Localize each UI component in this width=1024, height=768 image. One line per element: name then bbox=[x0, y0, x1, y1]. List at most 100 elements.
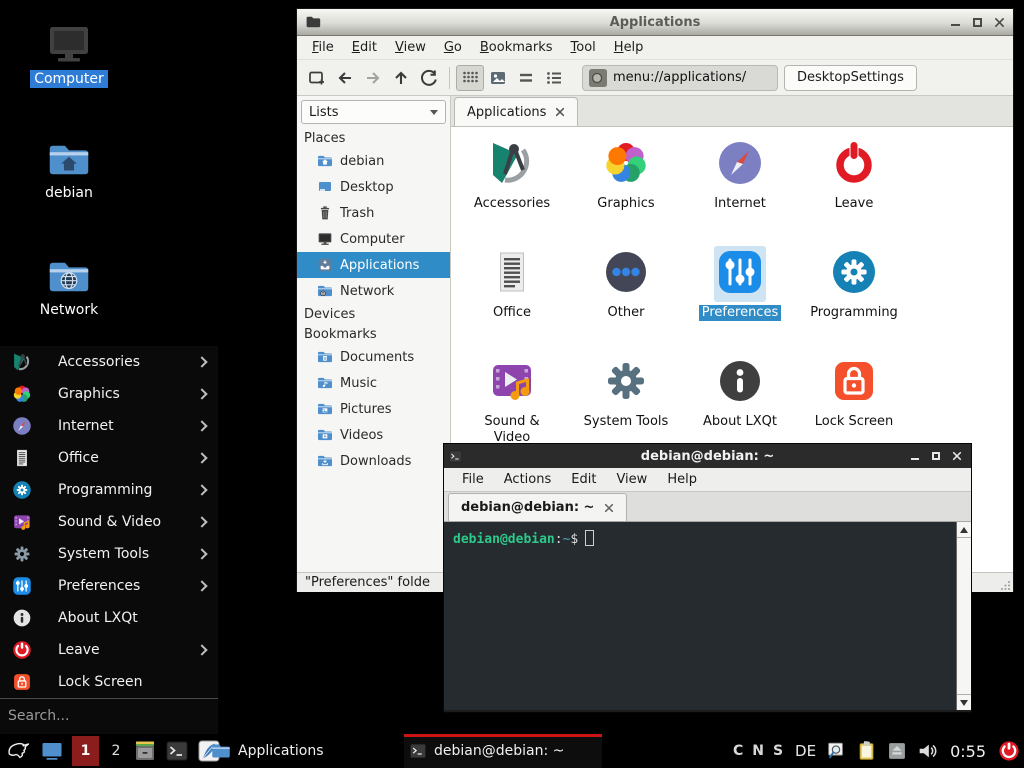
menu-actions[interactable]: Actions bbox=[494, 470, 562, 489]
menu-tool[interactable]: Tool bbox=[562, 38, 605, 57]
desktop-icon-network[interactable]: Network bbox=[23, 255, 115, 319]
file-manager-titlebar[interactable]: Applications bbox=[297, 9, 1013, 36]
category-internet[interactable]: Internet bbox=[683, 137, 797, 246]
keyboard-layout-indicator[interactable]: DE bbox=[795, 742, 816, 760]
sidebar-item-documents[interactable]: Documents bbox=[297, 344, 450, 370]
minimize-button[interactable] bbox=[949, 16, 961, 28]
reload-button[interactable] bbox=[415, 65, 443, 91]
sidebar-item-videos[interactable]: Videos bbox=[297, 422, 450, 448]
lock-icon bbox=[12, 672, 32, 692]
new-tab-button[interactable] bbox=[303, 65, 331, 91]
tab-close-icon[interactable] bbox=[555, 107, 565, 117]
quicklaunch-terminal[interactable] bbox=[165, 739, 189, 763]
sidebar-item-applications[interactable]: Applications bbox=[297, 252, 450, 278]
menu-item-sound-video[interactable]: Sound & Video bbox=[0, 506, 218, 538]
quicklaunch-file-manager[interactable] bbox=[133, 739, 157, 763]
sidebar-mode-selector[interactable]: Lists bbox=[301, 100, 446, 124]
icon-view-button[interactable] bbox=[456, 65, 484, 91]
removable-media-tray-icon[interactable] bbox=[887, 741, 907, 761]
back-button[interactable] bbox=[331, 65, 359, 91]
category-graphics[interactable]: Graphics bbox=[569, 137, 683, 246]
menu-bookmarks[interactable]: Bookmarks bbox=[471, 38, 562, 57]
category-programming[interactable]: Programming bbox=[797, 246, 911, 355]
menu-item-system-tools[interactable]: System Tools bbox=[0, 538, 218, 570]
clock[interactable]: 0:55 bbox=[950, 742, 986, 761]
scroll-down-button[interactable] bbox=[957, 694, 971, 710]
desktop-icon-debian[interactable]: debian bbox=[23, 138, 115, 202]
menu-file[interactable]: File bbox=[303, 38, 343, 57]
category-other[interactable]: Other bbox=[569, 246, 683, 355]
menu-view[interactable]: View bbox=[386, 38, 435, 57]
menu-item-lock-screen[interactable]: Lock Screen bbox=[0, 666, 218, 698]
show-desktop-button[interactable] bbox=[40, 739, 64, 763]
menu-item-about-lxqt[interactable]: About LXQt bbox=[0, 602, 218, 634]
sidebar-item-desktop[interactable]: Desktop bbox=[297, 174, 450, 200]
menu-item-office[interactable]: Office bbox=[0, 442, 218, 474]
sidebar-item-pictures[interactable]: Pictures bbox=[297, 396, 450, 422]
compact-view-button[interactable] bbox=[512, 65, 540, 91]
sidebar-item-downloads[interactable]: Downloads bbox=[297, 448, 450, 474]
category-preferences[interactable]: Preferences bbox=[683, 246, 797, 355]
close-button[interactable] bbox=[993, 16, 1005, 28]
desktop-settings-button[interactable]: DesktopSettings bbox=[784, 65, 917, 91]
forward-button[interactable] bbox=[359, 65, 387, 91]
address-bar[interactable]: menu://applications/ bbox=[582, 65, 778, 91]
menu-edit[interactable]: Edit bbox=[561, 470, 606, 489]
menu-item-graphics[interactable]: Graphics bbox=[0, 378, 218, 410]
up-button[interactable] bbox=[387, 65, 415, 91]
menu-help[interactable]: Help bbox=[605, 38, 653, 57]
task-applications[interactable]: Applications bbox=[206, 734, 404, 768]
start-menu-button[interactable] bbox=[4, 737, 32, 765]
close-button[interactable] bbox=[951, 450, 963, 462]
chevron-right-icon bbox=[196, 452, 207, 463]
menu-item-leave[interactable]: Leave bbox=[0, 634, 218, 666]
trash-icon bbox=[317, 205, 333, 221]
maximize-button[interactable] bbox=[930, 450, 942, 462]
sidebar-item-music[interactable]: Music bbox=[297, 370, 450, 396]
power-button[interactable] bbox=[998, 740, 1020, 762]
clipboard-icon bbox=[856, 740, 878, 762]
menu-edit[interactable]: Edit bbox=[343, 38, 386, 57]
workspace-1-button[interactable]: 1 bbox=[72, 736, 99, 766]
sidebar-item-computer[interactable]: Computer bbox=[297, 226, 450, 252]
menu-item-programming[interactable]: Programming bbox=[0, 474, 218, 506]
accessories-icon bbox=[12, 352, 32, 372]
tab-label: debian@debian: ~ bbox=[461, 500, 594, 515]
menu-item-accessories[interactable]: Accessories bbox=[0, 346, 218, 378]
sidebar-item-trash[interactable]: Trash bbox=[297, 200, 450, 226]
menu-go[interactable]: Go bbox=[435, 38, 471, 57]
detailed-view-button[interactable] bbox=[540, 65, 568, 91]
sidebar-item-debian[interactable]: debian bbox=[297, 148, 450, 174]
menu-item-preferences[interactable]: Preferences bbox=[0, 570, 218, 602]
workspace-2-button[interactable]: 2 bbox=[107, 736, 125, 766]
menu-item-internet[interactable]: Internet bbox=[0, 410, 218, 442]
desktop-icon-computer[interactable]: Computer bbox=[23, 20, 115, 88]
scrollbar[interactable] bbox=[956, 522, 971, 710]
terminal-output[interactable]: debian@debian:~$ bbox=[444, 522, 971, 710]
category-office[interactable]: Office bbox=[455, 246, 569, 355]
clipboard-tray-icon[interactable] bbox=[856, 740, 878, 762]
menu-help[interactable]: Help bbox=[657, 470, 707, 489]
menu-file[interactable]: File bbox=[452, 470, 494, 489]
menu-view[interactable]: View bbox=[606, 470, 657, 489]
category-accessories[interactable]: Accessories bbox=[455, 137, 569, 246]
network-folder-icon bbox=[317, 283, 333, 299]
start-menu: Accessories Graphics Internet Office Pro… bbox=[0, 346, 218, 734]
tab-close-icon[interactable] bbox=[604, 503, 614, 513]
category-leave[interactable]: Leave bbox=[797, 137, 911, 246]
volume-tray-icon[interactable] bbox=[916, 740, 938, 762]
maximize-button[interactable] bbox=[971, 16, 983, 28]
search-input[interactable] bbox=[0, 708, 218, 724]
sound-video-icon bbox=[12, 512, 32, 532]
screenshot-tray-icon[interactable] bbox=[825, 740, 847, 762]
task-terminal[interactable]: debian@debian: ~ bbox=[404, 734, 602, 768]
sidebar-item-network[interactable]: Network bbox=[297, 278, 450, 304]
tab-applications[interactable]: Applications bbox=[454, 97, 578, 126]
resize-grip[interactable] bbox=[1001, 580, 1011, 590]
scroll-up-button[interactable] bbox=[957, 522, 971, 538]
minimize-button[interactable] bbox=[909, 450, 921, 462]
terminal-titlebar[interactable]: debian@debian: ~ bbox=[444, 444, 971, 468]
new-tab-icon bbox=[308, 69, 326, 87]
thumbnail-view-button[interactable] bbox=[484, 65, 512, 91]
terminal-tab[interactable]: debian@debian: ~ bbox=[448, 493, 627, 521]
